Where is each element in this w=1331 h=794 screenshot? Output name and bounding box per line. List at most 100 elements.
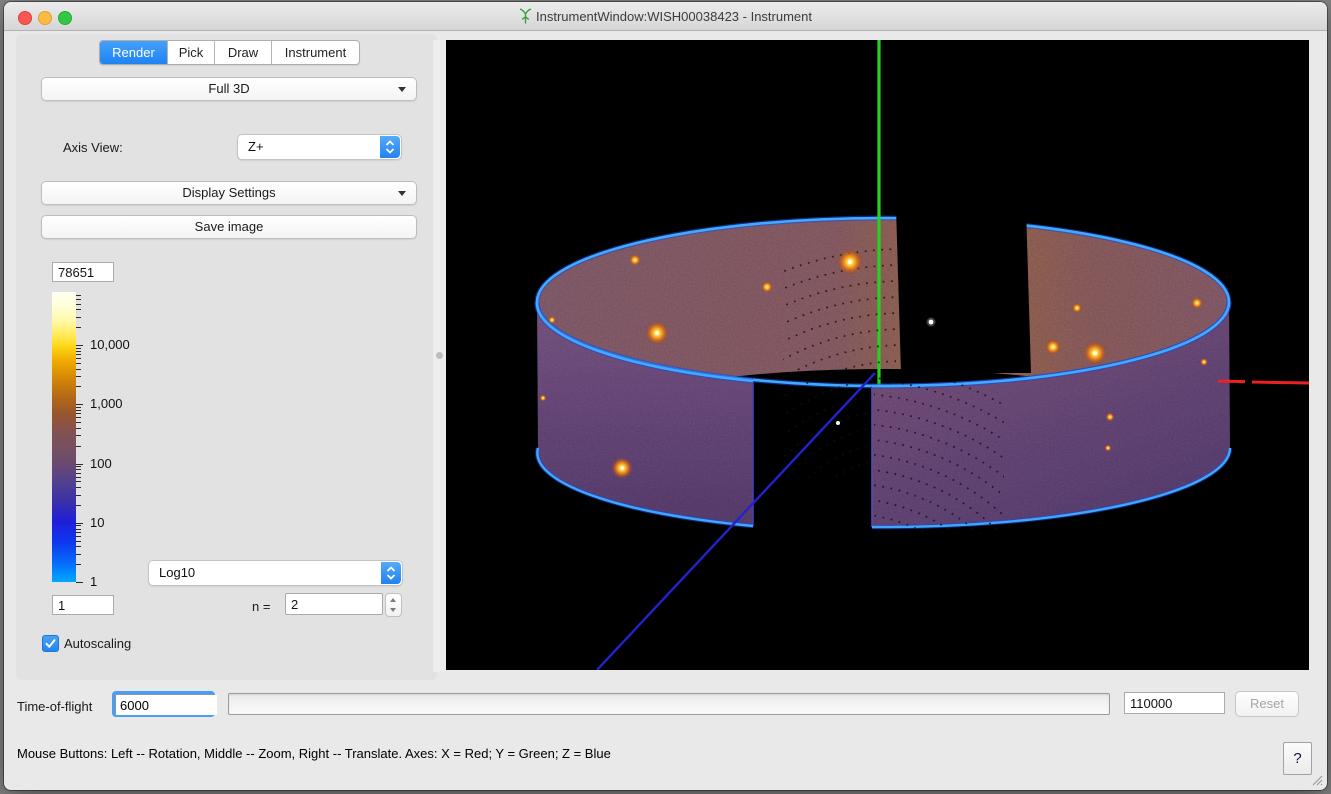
colorbar-tick bbox=[76, 410, 81, 411]
colorbar-tick-label: 10 bbox=[90, 515, 104, 530]
colorbar-tick bbox=[76, 536, 81, 537]
reset-button[interactable]: Reset bbox=[1235, 691, 1299, 717]
beam-marker bbox=[836, 421, 840, 425]
colorbar-tick bbox=[76, 317, 81, 318]
colorbar-ticks: 10,0001,000100101 bbox=[76, 292, 186, 584]
spin-down-icon bbox=[390, 608, 396, 612]
colorbar-tick bbox=[76, 407, 81, 408]
save-image-button[interactable]: Save image bbox=[41, 215, 417, 239]
colorbar-tick bbox=[76, 348, 81, 349]
colorbar-tick bbox=[76, 487, 81, 488]
colorbar-tick bbox=[76, 376, 81, 377]
save-image-label: Save image bbox=[195, 219, 264, 234]
n-spinbox-stepper[interactable] bbox=[385, 593, 402, 617]
display-settings-dropdown[interactable]: Display Settings bbox=[41, 181, 417, 205]
window-title: InstrumentWindow:WISH00038423 - Instrume… bbox=[4, 8, 1327, 24]
popup-stepper-icon bbox=[380, 136, 400, 158]
colorbar-tick bbox=[76, 469, 81, 470]
splitter-handle[interactable] bbox=[436, 352, 443, 359]
colorbar-tick bbox=[76, 358, 81, 359]
tab-instrument[interactable]: Instrument bbox=[272, 41, 359, 64]
colorbar-tick bbox=[76, 327, 81, 328]
colorbar-tick bbox=[76, 473, 81, 474]
colorbar-tick bbox=[76, 464, 83, 465]
colorbar-tick bbox=[76, 477, 81, 478]
tof-max-input[interactable] bbox=[1124, 692, 1225, 714]
colorbar-tick bbox=[76, 523, 83, 524]
colorbar-tick-label: 10,000 bbox=[90, 337, 130, 352]
tab-draw[interactable]: Draw bbox=[215, 41, 272, 64]
tab-render[interactable]: Render bbox=[100, 41, 168, 64]
colorbar-tick bbox=[76, 299, 81, 300]
titlebar[interactable]: InstrumentWindow:WISH00038423 - Instrume… bbox=[4, 2, 1327, 31]
instrument-window: InstrumentWindow:WISH00038423 - Instrume… bbox=[4, 2, 1327, 790]
mantid-icon bbox=[519, 8, 532, 24]
colorbar-tick bbox=[76, 582, 83, 583]
colorbar-tick bbox=[76, 435, 81, 436]
colorbar-tick bbox=[76, 446, 81, 447]
rear-gap bbox=[895, 174, 1031, 373]
view-tabs: Render Pick Draw Instrument bbox=[99, 40, 360, 65]
tof-min-input[interactable] bbox=[116, 695, 217, 715]
colorbar-tick-label: 1 bbox=[90, 574, 97, 589]
projection-dropdown-label: Full 3D bbox=[208, 81, 249, 96]
desktop: InstrumentWindow:WISH00038423 - Instrume… bbox=[0, 0, 1331, 794]
colorbar-tick bbox=[76, 554, 81, 555]
colorbar-tick-label: 1,000 bbox=[90, 396, 123, 411]
x-axis-line-2 bbox=[1252, 382, 1309, 383]
colorbar-tick bbox=[76, 345, 83, 346]
status-bar-message: Mouse Buttons: Left -- Rotation, Middle … bbox=[17, 746, 611, 761]
autoscaling-checkbox[interactable] bbox=[42, 635, 59, 652]
colorbar-tick bbox=[76, 532, 81, 533]
x-axis-line bbox=[1218, 381, 1245, 382]
projection-dropdown[interactable]: Full 3D bbox=[41, 77, 417, 101]
colorbar bbox=[52, 292, 76, 582]
colorbar-tick bbox=[76, 481, 81, 482]
axis-view-label: Axis View: bbox=[63, 140, 123, 155]
colorbar-tick bbox=[76, 428, 81, 429]
colorbar-tick bbox=[76, 354, 81, 355]
tab-pick[interactable]: Pick bbox=[168, 41, 215, 64]
colorbar-tick bbox=[76, 413, 81, 414]
colorbar-tick bbox=[76, 417, 81, 418]
colorbar-tick bbox=[76, 351, 81, 352]
display-settings-label: Display Settings bbox=[182, 185, 275, 200]
n-spinbox[interactable] bbox=[285, 593, 383, 615]
instrument-3d-view[interactable] bbox=[446, 40, 1309, 670]
help-button[interactable]: ? bbox=[1283, 742, 1312, 775]
colorbar-tick bbox=[76, 404, 83, 405]
resize-grip[interactable] bbox=[1309, 772, 1323, 786]
tof-min-field[interactable] bbox=[112, 691, 215, 717]
instrument-scene bbox=[446, 40, 1309, 670]
colorbar-tick bbox=[76, 466, 81, 467]
check-icon bbox=[44, 637, 57, 650]
colorbar-tick bbox=[76, 309, 81, 310]
axis-view-value: Z+ bbox=[248, 139, 264, 154]
colorbar-tick bbox=[76, 529, 81, 530]
scale-max-input[interactable] bbox=[52, 262, 114, 282]
tof-label: Time-of-flight bbox=[17, 699, 92, 714]
colorbar-tick bbox=[76, 564, 81, 565]
scale-type-select[interactable]: Log10 bbox=[148, 560, 403, 586]
colorbar-tick bbox=[76, 525, 81, 526]
popup-stepper-icon bbox=[381, 562, 401, 584]
colorbar-tick bbox=[76, 541, 81, 542]
colorbar-tick bbox=[76, 505, 81, 506]
scale-type-value: Log10 bbox=[159, 565, 195, 580]
colorbar-tick bbox=[76, 386, 81, 387]
chevron-down-icon bbox=[398, 191, 406, 196]
sample-position-glow bbox=[927, 318, 936, 327]
autoscaling-label: Autoscaling bbox=[64, 636, 131, 651]
axis-view-select[interactable]: Z+ bbox=[237, 134, 402, 160]
colorbar-tick bbox=[76, 304, 81, 305]
colorbar-tick bbox=[76, 495, 81, 496]
colorbar-tick bbox=[76, 363, 81, 364]
colorbar-tick bbox=[76, 369, 81, 370]
spin-up-icon bbox=[390, 598, 396, 602]
chevron-down-icon bbox=[398, 87, 406, 92]
scale-min-input[interactable] bbox=[52, 595, 114, 615]
tof-slider[interactable] bbox=[228, 693, 1110, 715]
colorbar-tick bbox=[76, 295, 81, 296]
panel-splitter[interactable] bbox=[433, 40, 446, 672]
colorbar-tick-label: 100 bbox=[90, 456, 112, 471]
